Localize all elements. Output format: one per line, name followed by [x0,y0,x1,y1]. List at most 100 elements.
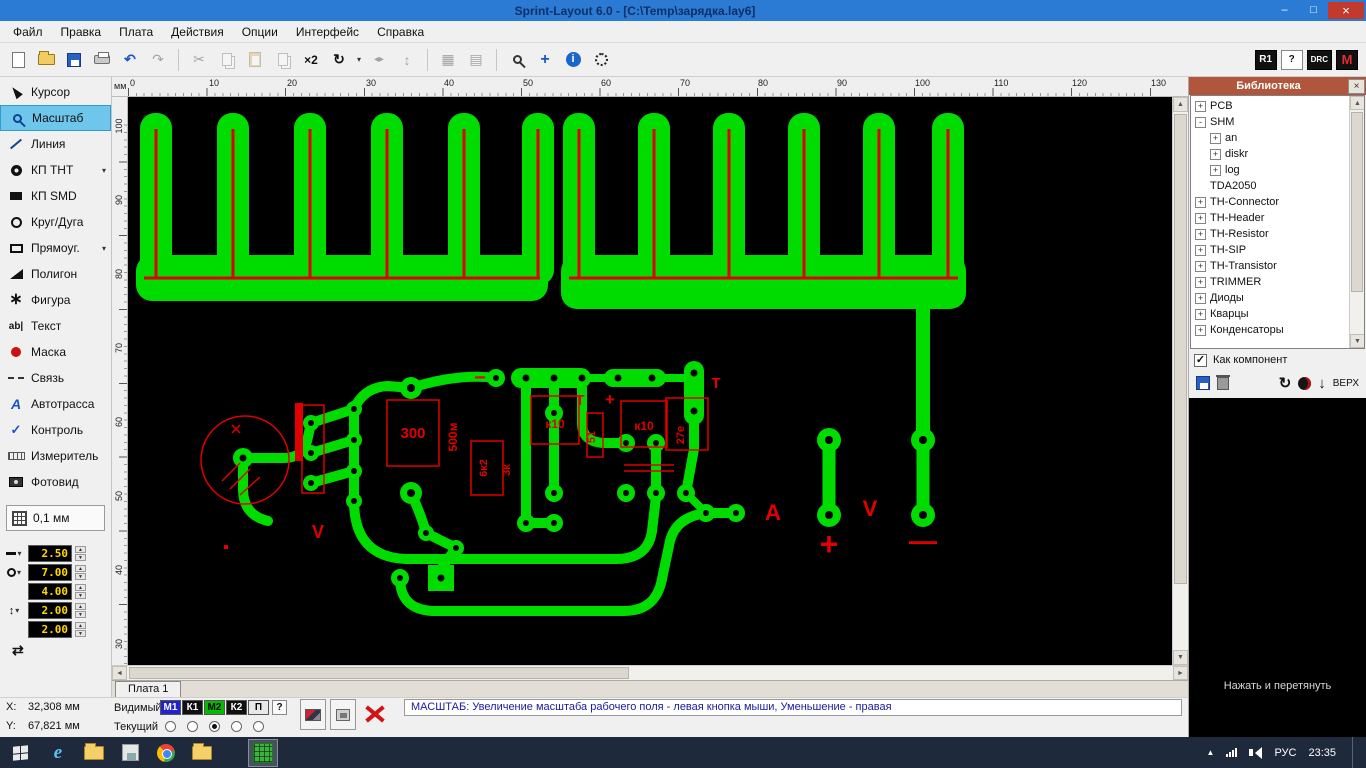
layer-button-m2[interactable]: М2 [204,700,225,715]
library-delete-button[interactable] [1216,374,1230,390]
menu-file[interactable]: Файл [4,22,52,42]
tree-item-diskr[interactable]: + diskr [1195,146,1364,162]
show-desktop-button[interactable] [1352,737,1358,768]
photoview-toggle-button[interactable] [300,699,326,730]
align-button-1[interactable]: ▦ [435,47,461,73]
tree-scroll-thumb[interactable] [1351,112,1363,292]
chevron-down-icon[interactable]: ▾ [102,244,106,253]
layer-button-k2[interactable]: К2 [226,700,247,715]
download-icon[interactable]: ↓ [1318,376,1326,391]
tree-item-th-header[interactable]: + TH-Header [1195,210,1364,226]
save-button[interactable] [61,47,87,73]
tab-board-1[interactable]: Плата 1 [115,681,182,697]
close-button[interactable]: × [1328,2,1364,19]
tree-item-pcb[interactable]: + PCB [1195,98,1364,114]
menu-options[interactable]: Опции [233,22,287,42]
language-indicator[interactable]: РУС [1274,747,1296,759]
expand-icon[interactable]: + [1195,100,1206,112]
redo-button[interactable]: ↷ [145,47,171,73]
pad-outer-stepper[interactable]: ▲ ▼ [75,565,86,580]
taskbar-folder2-icon[interactable] [187,739,217,767]
tree-item-shm[interactable]: - SHM [1195,114,1364,130]
taskbar-sprint-layout-icon[interactable] [248,738,278,767]
current-layer-radio-k2[interactable] [231,721,242,732]
network-icon[interactable] [1226,748,1238,757]
paste-button[interactable] [242,47,268,73]
scroll-down-arrow[interactable]: ▼ [1350,334,1364,348]
pcb-canvas[interactable]: 300 500м 6к2 3к к10 51 к10 27е − Т + Т A… [128,97,1172,665]
cancel-icon[interactable] [362,701,388,727]
as-component-checkbox[interactable]: ✓ [1194,353,1207,367]
scroll-up-arrow[interactable]: ▲ [1350,96,1364,110]
track-width-field[interactable]: 2.50 [28,545,72,562]
menu-board[interactable]: Плата [110,22,162,42]
layer-button-p[interactable]: П [248,700,269,715]
smd-width-stepper[interactable]: ▲ ▼ [75,603,86,618]
expand-icon[interactable]: + [1195,276,1206,288]
smd-height-stepper[interactable]: ▲ ▼ [75,622,86,637]
start-button[interactable] [0,737,40,768]
print-button[interactable] [89,47,115,73]
scroll-left-arrow[interactable]: ◄ [112,666,127,680]
tool-mask[interactable]: Маска [0,339,111,365]
flip-vertical-button[interactable]: ↕ [394,47,420,73]
track-width-stepper[interactable]: ▲ ▼ [75,546,86,561]
maximize-button[interactable]: □ [1299,2,1328,19]
layer-button-k1[interactable]: К1 [182,700,203,715]
open-button[interactable] [33,47,59,73]
ghost-view-button[interactable] [588,47,614,73]
current-layer-radio-k1[interactable] [187,721,198,732]
layer-button-m1[interactable]: М1 [160,700,181,715]
tool-measure[interactable]: Измеритель [0,443,111,469]
menu-edit[interactable]: Правка [52,22,111,42]
expand-icon[interactable]: + [1195,292,1206,304]
taskbar-ie-icon[interactable]: e [43,739,73,767]
taskbar-save-app-icon[interactable] [115,739,145,767]
library-save-button[interactable] [1196,376,1210,390]
expand-icon[interactable]: + [1195,196,1206,208]
expand-icon[interactable]: + [1195,324,1206,336]
expand-icon[interactable]: + [1210,148,1221,160]
multiply-button[interactable]: ×2 [298,47,324,73]
library-close-button[interactable]: × [1348,78,1365,94]
tool-pad-smd[interactable]: КП SMD [0,183,111,209]
menu-help[interactable]: Справка [368,22,433,42]
duplicate-button[interactable] [270,47,296,73]
tree-item-th-transistor[interactable]: + TH-Transistor [1195,258,1364,274]
minimize-button[interactable]: – [1270,2,1299,19]
align-button-2[interactable]: ▤ [463,47,489,73]
current-layer-radio-m1[interactable] [165,721,176,732]
collapse-icon[interactable]: - [1195,116,1206,128]
r1-button[interactable]: R1 [1254,49,1277,70]
copy-button[interactable] [214,47,240,73]
layer-help-button[interactable]: ? [272,700,287,715]
pad-inner-stepper[interactable]: ▲ ▼ [75,584,86,599]
expand-icon[interactable]: + [1195,244,1206,256]
tree-item-an[interactable]: + an [1195,130,1364,146]
tool-connection[interactable]: Связь [0,365,111,391]
info-button[interactable]: i [560,47,586,73]
clock[interactable]: 23:35 [1308,747,1336,759]
volume-icon[interactable] [1249,746,1263,759]
smd-width-field[interactable]: 2.00 [28,602,72,619]
chevron-down-icon[interactable]: ▾ [102,166,106,175]
tool-circle-arc[interactable]: Круг/Дуга [0,209,111,235]
current-layer-radio-p[interactable] [253,721,264,732]
tree-item-diodes[interactable]: + Диоды [1195,290,1364,306]
undo-button[interactable]: ↶ [117,47,143,73]
expand-icon[interactable]: + [1210,164,1221,176]
macro-button[interactable]: M [1336,49,1358,70]
rotate-button[interactable]: ↻ [326,47,352,73]
swap-values-button[interactable]: ⇄ [12,642,111,659]
tree-item-log[interactable]: + log [1195,162,1364,178]
tray-expand-icon[interactable]: ▲ [1207,748,1215,757]
tool-shape[interactable]: ∗ Фигура [0,287,111,313]
library-preview[interactable]: Нажать и перетянуть [1189,398,1366,737]
tree-item-quartz[interactable]: + Кварцы [1195,306,1364,322]
library-refresh-button[interactable]: ↻ [1279,376,1292,391]
flip-horizontal-button[interactable]: ◂▸ [366,47,392,73]
track-width-icon[interactable]: ▾ [3,549,25,558]
tool-photoview[interactable]: Фотовид [0,469,111,495]
expand-icon[interactable]: + [1195,308,1206,320]
expand-icon[interactable]: + [1195,228,1206,240]
